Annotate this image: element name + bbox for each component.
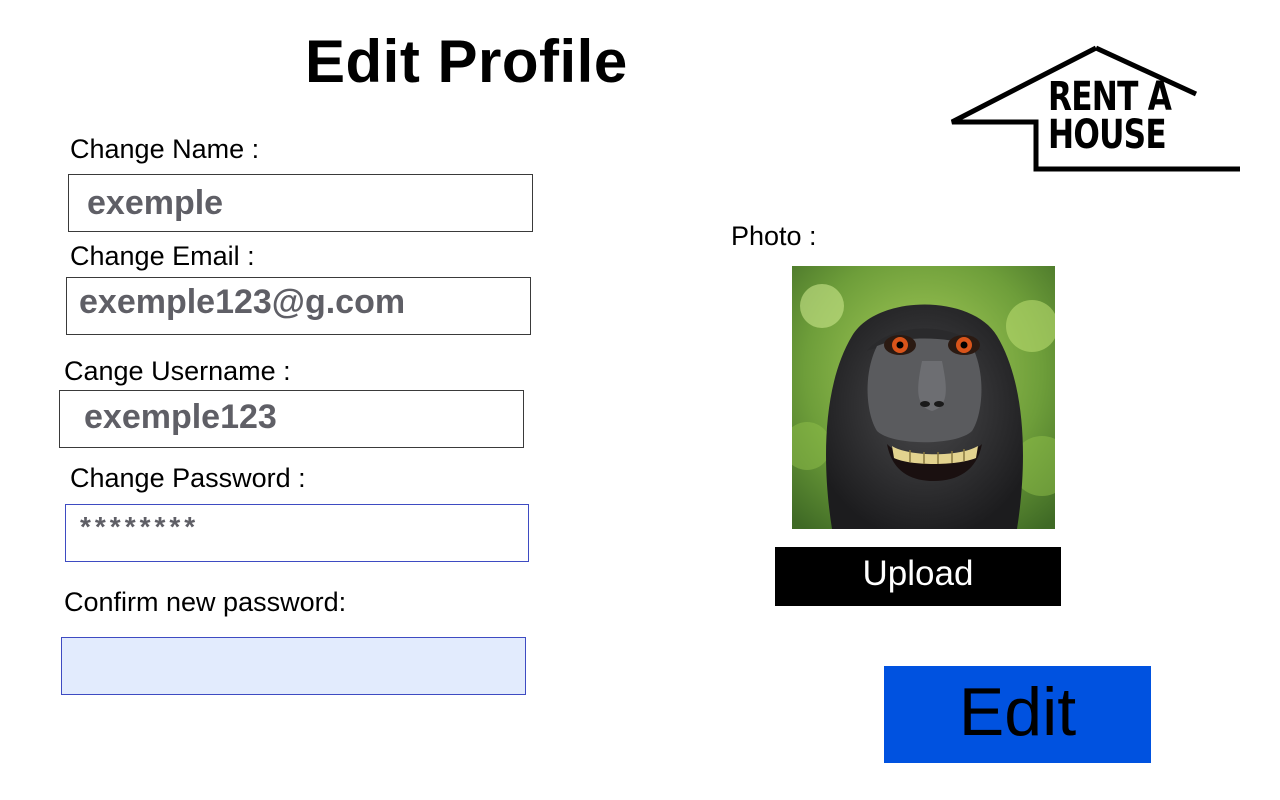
edit-profile-page: Edit Profile RENT A HOUSE Change Name : …	[0, 0, 1280, 800]
logo-line-2: HOUSE	[1048, 112, 1167, 158]
name-input[interactable]	[68, 174, 533, 232]
change-password-label: Change Password :	[70, 463, 306, 493]
edit-button[interactable]: Edit	[884, 666, 1151, 763]
photo-label: Photo :	[731, 221, 817, 251]
change-email-label: Change Email :	[70, 241, 255, 271]
monkey-avatar-image	[792, 266, 1055, 529]
email-input[interactable]	[66, 277, 531, 335]
logo-wordmark: RENT A HOUSE	[1048, 74, 1172, 158]
logo-line-1: RENT A	[1048, 74, 1172, 120]
confirm-password-input[interactable]	[61, 637, 526, 695]
page-title: Edit Profile	[305, 28, 628, 95]
upload-photo-button[interactable]: Upload	[775, 547, 1061, 606]
password-input[interactable]	[65, 504, 529, 562]
profile-photo	[792, 266, 1055, 529]
change-name-label: Change Name :	[70, 134, 260, 164]
confirm-password-label: Confirm new password:	[64, 587, 347, 617]
change-username-label: Cange Username :	[64, 356, 291, 386]
rent-a-house-logo: RENT A HOUSE	[946, 44, 1242, 174]
username-input[interactable]	[59, 390, 524, 448]
